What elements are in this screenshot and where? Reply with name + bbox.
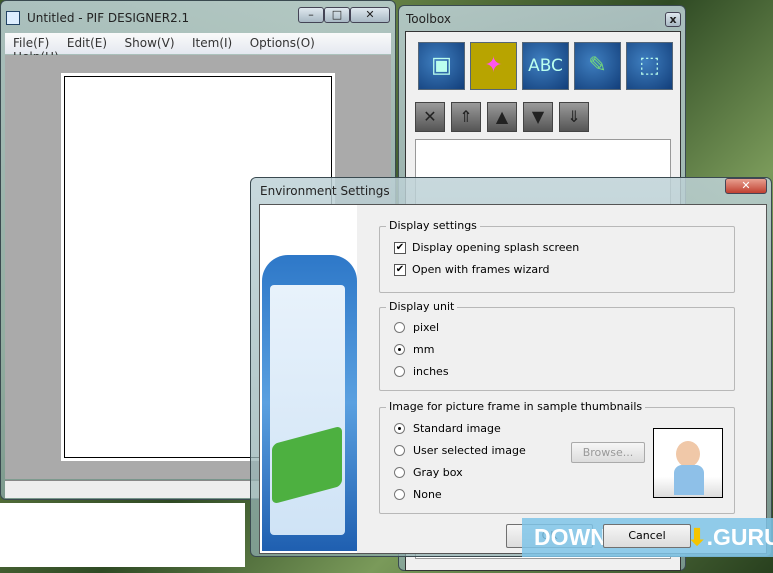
watermark-suffix: .GURU	[706, 524, 773, 550]
option-label: User selected image	[413, 444, 526, 457]
radio-circle[interactable]	[394, 366, 405, 377]
decorative-illustration	[260, 205, 357, 553]
radio-circle[interactable]	[394, 344, 405, 355]
browse-button[interactable]: Browse...	[571, 442, 645, 463]
unit-mm-radio[interactable]: mm	[394, 343, 434, 356]
option-label: Gray box	[413, 466, 463, 479]
background-white-panel	[0, 503, 245, 567]
checkbox-box[interactable]: ✔	[394, 263, 406, 276]
dialog-title: Environment Settings	[260, 184, 390, 198]
gray-box-radio[interactable]: Gray box	[394, 466, 463, 479]
option-label: None	[413, 488, 442, 501]
group-label: Image for picture frame in sample thumbn…	[386, 400, 646, 413]
maximize-button[interactable]: □	[324, 7, 350, 23]
move-up-icon[interactable]: ▲	[487, 102, 517, 132]
radio-circle[interactable]	[394, 423, 405, 434]
menu-item[interactable]: Item(I)	[192, 36, 232, 50]
move-bottom-icon[interactable]: ⇓	[559, 102, 589, 132]
option-label: Display opening splash screen	[412, 241, 580, 254]
thumbnail-preview	[653, 428, 723, 498]
option-label: Open with frames wizard	[412, 263, 550, 276]
move-down-icon[interactable]: ▼	[523, 102, 553, 132]
dialog-client: Display settings ✔ Display opening splash…	[259, 204, 767, 554]
environment-settings-dialog: Environment Settings ✕ Display settings …	[250, 177, 772, 557]
menu-show[interactable]: Show(V)	[125, 36, 175, 50]
checkbox-box[interactable]: ✔	[394, 241, 406, 254]
option-label: inches	[413, 365, 449, 378]
window-title: Untitled - PIF DESIGNER2.1	[27, 11, 190, 25]
toolbox-title: Toolbox	[406, 12, 451, 26]
select-area-icon[interactable]: ⬚	[626, 42, 673, 90]
radio-circle[interactable]	[394, 322, 405, 333]
minimize-button[interactable]: –	[298, 7, 324, 23]
unit-pixel-radio[interactable]: pixel	[394, 321, 439, 334]
none-radio[interactable]: None	[394, 488, 442, 501]
option-label: pixel	[413, 321, 440, 334]
user-image-radio[interactable]: User selected image	[394, 444, 526, 457]
display-settings-group: Display settings ✔ Display opening splash…	[379, 219, 735, 293]
splash-screen-checkbox[interactable]: ✔ Display opening splash screen	[394, 241, 579, 254]
app-icon	[6, 11, 20, 25]
move-top-icon[interactable]: ⇑	[451, 102, 481, 132]
unit-inches-radio[interactable]: inches	[394, 365, 449, 378]
photo-camera-icon[interactable]: ▣	[418, 42, 465, 90]
option-label: Standard image	[413, 422, 501, 435]
thumbnail-image-group: Image for picture frame in sample thumbn…	[379, 400, 735, 514]
menu-file[interactable]: File(F)	[13, 36, 49, 50]
group-label: Display settings	[386, 219, 480, 232]
radio-circle[interactable]	[394, 467, 405, 478]
frames-icon[interactable]: ✦	[470, 42, 517, 90]
radio-circle[interactable]	[394, 445, 405, 456]
menu-edit[interactable]: Edit(E)	[67, 36, 107, 50]
delete-icon[interactable]: ✕	[415, 102, 445, 132]
cancel-button[interactable]: Cancel	[603, 524, 691, 548]
standard-image-radio[interactable]: Standard image	[394, 422, 501, 435]
dialog-close-button[interactable]: ✕	[725, 178, 767, 194]
close-button[interactable]: ✕	[350, 7, 390, 23]
text-abc-icon[interactable]: ABC	[522, 42, 569, 90]
menu-bar: File(F) Edit(E) Show(V) Item(I) Options(…	[5, 33, 391, 64]
pencil-draw-icon[interactable]: ✎	[574, 42, 621, 90]
group-label: Display unit	[386, 300, 458, 313]
menu-options[interactable]: Options(O)	[250, 36, 315, 50]
radio-circle[interactable]	[394, 489, 405, 500]
frames-wizard-checkbox[interactable]: ✔ Open with frames wizard	[394, 263, 549, 276]
toolbox-close-button[interactable]: x	[665, 12, 681, 27]
option-label: mm	[413, 343, 435, 356]
display-unit-group: Display unit pixel mm inches	[379, 300, 735, 391]
